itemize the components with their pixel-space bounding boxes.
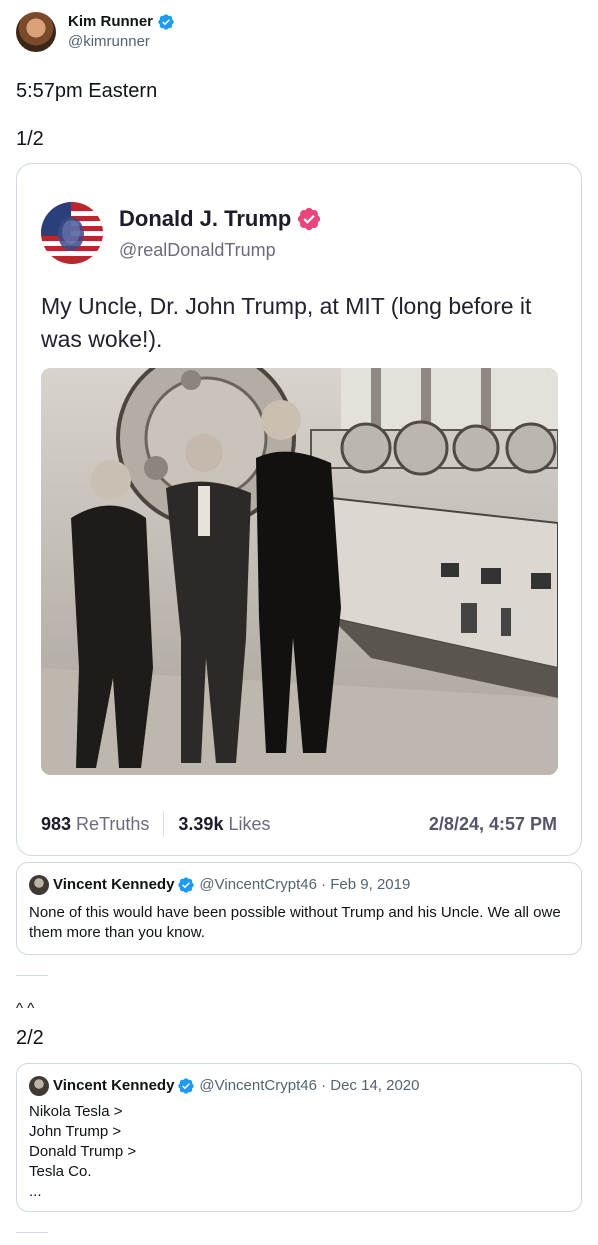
truth-stats: 983 ReTruths 3.39k Likes 2/8/24, 4:57 PM: [41, 811, 557, 837]
author-avatar[interactable]: [16, 12, 56, 52]
truth-date: 2/8/24, 4:57 PM: [428, 813, 557, 834]
verified-badge-icon: [298, 207, 321, 230]
tweet-text-carets: ^ ^: [16, 1000, 35, 1017]
tweet-text-time: 5:57pm Eastern: [16, 80, 158, 102]
quote-line: Tesla Co.: [29, 1163, 92, 1180]
retruths-count: 983: [41, 813, 72, 834]
flag-portrait-icon: [41, 202, 103, 264]
divider: [16, 975, 48, 976]
quote-line: Donald Trump >: [29, 1143, 137, 1160]
likes-stat: 3.39k Likes: [178, 814, 270, 835]
quote-header: Vincent Kennedy @VincentCrypt46 · Feb 9,…: [29, 875, 569, 895]
truth-name: Donald J. Trump: [119, 205, 292, 231]
author-names: Kim Runner @kimrunner: [68, 12, 175, 52]
quote-author-name: Vincent Kennedy: [53, 876, 175, 893]
quote-body: Nikola Tesla > John Trump > Donald Trump…: [29, 1102, 569, 1202]
retruths-label: ReTruths: [76, 813, 150, 834]
retruths-stat: 983 ReTruths: [41, 814, 149, 835]
quote-avatar: [29, 875, 49, 895]
truth-text: My Uncle, Dr. John Trump, at MIT (long b…: [41, 293, 532, 352]
tweet-text-part2: 2/2: [16, 1027, 44, 1049]
quote-line: John Trump >: [29, 1123, 122, 1140]
stat-divider: [163, 811, 165, 837]
divider: [16, 1232, 48, 1233]
author-handle[interactable]: @kimrunner: [68, 32, 175, 52]
author-name-row[interactable]: Kim Runner: [68, 12, 175, 32]
quote-avatar: [29, 1076, 49, 1096]
author-name[interactable]: Kim Runner: [68, 12, 153, 32]
truth-header: Donald J. Trump @realDonaldTrump: [41, 202, 322, 264]
tweet-text-part1: 1/2: [16, 128, 44, 150]
truth-names: Donald J. Trump @realDonaldTrump: [119, 206, 322, 261]
truth-name-row: Donald J. Trump: [119, 206, 322, 232]
embedded-image[interactable]: Donald J. Trump @realDonaldTrump My Uncl…: [16, 163, 582, 856]
verified-badge-icon: [158, 14, 174, 30]
tweet-author: Kim Runner @kimrunner: [16, 12, 175, 52]
truth-handle: @realDonaldTrump: [119, 239, 276, 260]
truth-avatar: [41, 202, 103, 264]
likes-count: 3.39k: [178, 813, 224, 834]
men-at-generator-photo-icon: [41, 368, 558, 775]
quote-line: Nikola Tesla >: [29, 1103, 123, 1120]
verified-badge-icon: [178, 1078, 195, 1094]
historical-photo: [41, 368, 558, 775]
quoted-tweet[interactable]: Vincent Kennedy @VincentCrypt46 · Dec 14…: [16, 1063, 582, 1212]
quote-header: Vincent Kennedy @VincentCrypt46 · Dec 14…: [29, 1076, 569, 1096]
quote-line: ...: [29, 1183, 42, 1200]
quote-meta: @VincentCrypt46 · Dec 14, 2020: [199, 1077, 420, 1094]
quote-author-name: Vincent Kennedy: [53, 1077, 175, 1094]
quote-body: None of this would have been possible wi…: [29, 904, 561, 941]
verified-badge-icon: [178, 877, 195, 893]
likes-label: Likes: [228, 813, 271, 834]
quote-meta: @VincentCrypt46 · Feb 9, 2019: [199, 876, 411, 893]
quoted-tweet[interactable]: Vincent Kennedy @VincentCrypt46 · Feb 9,…: [16, 862, 582, 955]
